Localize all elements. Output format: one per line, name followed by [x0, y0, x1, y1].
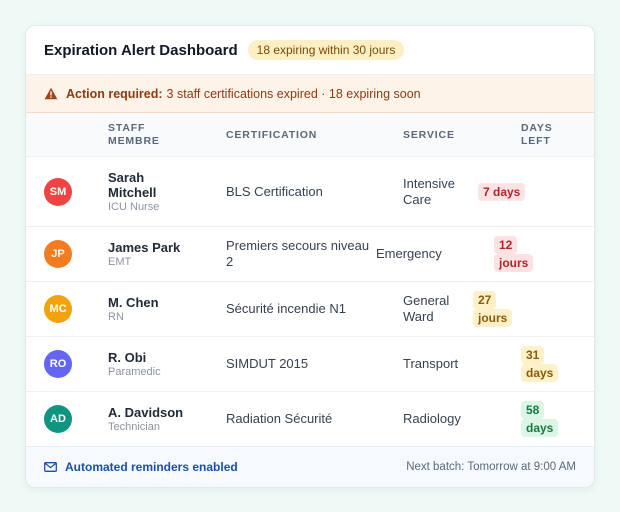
certification-name: BLS Certification — [226, 183, 323, 199]
column-header-staff[interactable]: STAFF MEMBRE — [108, 122, 188, 148]
dashboard-card: Expiration Alert Dashboard 18 expiring w… — [25, 25, 595, 488]
next-batch-text: Next batch: Tomorrow at 9:00 AM — [406, 461, 576, 473]
days-left-badge: 7 days — [478, 182, 526, 201]
certification-name: Sécurité incendie N1 — [226, 301, 346, 316]
table-row[interactable]: AD A. Davidson Technician Radiation Sécu… — [26, 392, 594, 447]
avatar: SM — [44, 177, 72, 206]
page-title: Expiration Alert Dashboard — [44, 41, 238, 59]
mail-icon — [44, 462, 57, 472]
staff-name: A. Davidson — [108, 405, 184, 420]
table-row[interactable]: SM Sarah Mitchell ICU Nurse BLS Certific… — [26, 157, 594, 227]
avatar: RO — [44, 350, 72, 378]
table-row[interactable]: MC M. Chen RN Sécurité incendie N1 Gener… — [26, 282, 594, 337]
alert-label: Action required: — [66, 86, 163, 101]
reminders-status[interactable]: Automated reminders enabled — [44, 460, 238, 474]
column-header-certification[interactable]: CERTIFICATION — [226, 129, 403, 141]
avatar: AD — [44, 405, 72, 433]
staff-role: ICU Nurse — [108, 201, 160, 213]
days-left-badge: 58 days — [521, 401, 559, 437]
avatar: JP — [44, 240, 72, 268]
service-name: Emergency — [376, 246, 442, 261]
dashboard-header: Expiration Alert Dashboard 18 expiring w… — [26, 26, 594, 75]
reminders-label: Automated reminders enabled — [65, 460, 238, 474]
table-header: STAFF MEMBRE CERTIFICATION SERVICE DAYS … — [26, 113, 594, 157]
staff-role: RN — [108, 311, 124, 323]
certification-name: SIMDUT 2015 — [226, 356, 309, 371]
table-row[interactable]: JP James Park EMT Premiers secours nivea… — [26, 227, 594, 282]
column-header-days-left[interactable]: DAYS LEFT — [521, 122, 571, 148]
service-name: Transport — [403, 356, 459, 371]
staff-role: Paramedic — [108, 366, 161, 378]
certification-name: Radiation Sécurité — [226, 411, 333, 426]
staff-name: M. Chen — [108, 295, 159, 310]
dashboard-footer: Automated reminders enabled Next batch: … — [26, 446, 594, 487]
staff-name: Sarah Mitchell — [108, 170, 157, 200]
staff-role: Technician — [108, 421, 160, 433]
staff-name: James Park — [108, 240, 181, 255]
table-body: SM Sarah Mitchell ICU Nurse BLS Certific… — [26, 157, 594, 447]
alert-message: 3 staff certifications expired · 18 expi… — [166, 86, 421, 101]
certification-name: Premiers secours niveau 2 — [226, 238, 370, 269]
service-name: General Ward — [403, 293, 450, 324]
expiring-count-badge: 18 expiring within 30 jours — [247, 40, 405, 60]
action-required-banner: Action required: 3 staff certifications … — [26, 75, 594, 113]
staff-role: EMT — [108, 256, 132, 268]
days-left-badge: 12 jours — [494, 236, 534, 272]
avatar: MC — [44, 295, 72, 323]
service-name: Radiology — [403, 411, 461, 426]
days-left-badge: 27 jours — [473, 291, 513, 327]
table-row[interactable]: RO R. Obi Paramedic SIMDUT 2015 Transpor… — [26, 337, 594, 392]
staff-name: R. Obi — [108, 350, 147, 365]
days-left-badge: 31 days — [521, 346, 559, 382]
warning-triangle-icon — [44, 87, 58, 100]
service-name: Intensive Care — [403, 175, 456, 207]
column-header-service[interactable]: SERVICE — [403, 129, 521, 141]
